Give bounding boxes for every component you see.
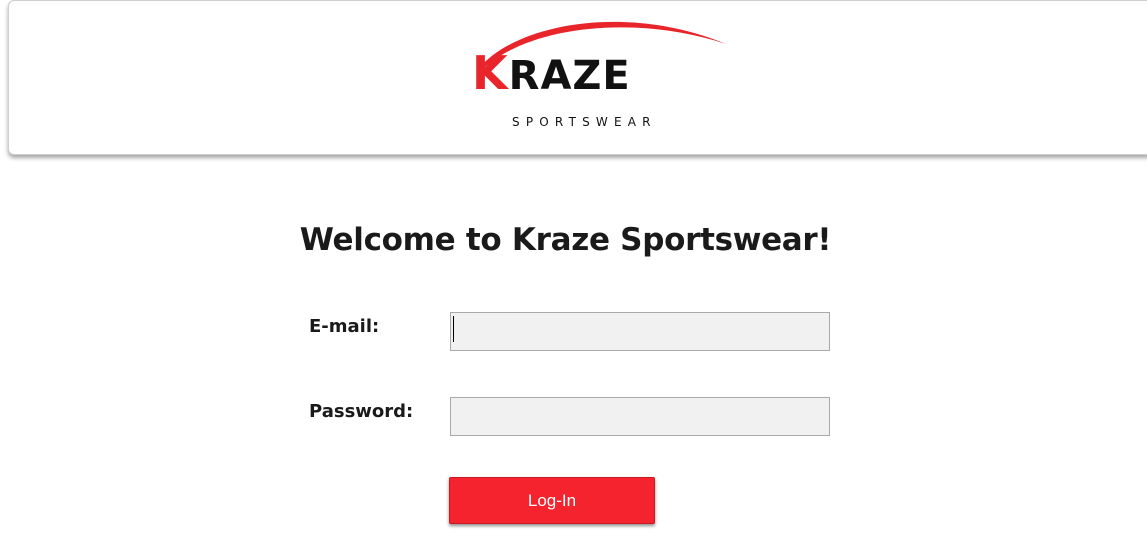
- login-button[interactable]: Log-In: [449, 477, 655, 524]
- email-label: E-mail:: [309, 316, 380, 337]
- password-label: Password:: [309, 401, 414, 422]
- logo-initial: K: [472, 46, 509, 100]
- logo-wordmark: KRAZE: [472, 50, 631, 96]
- page-title: Welcome to Kraze Sportswear!: [299, 222, 832, 258]
- logo-wordmark-rest: RAZE: [508, 53, 631, 99]
- kraze-logo: KRAZE SPORTSWEAR: [460, 12, 740, 132]
- logo-tagline: SPORTSWEAR: [512, 115, 657, 129]
- text-caret: [453, 316, 454, 342]
- email-field[interactable]: [450, 312, 830, 351]
- password-field[interactable]: [450, 397, 830, 436]
